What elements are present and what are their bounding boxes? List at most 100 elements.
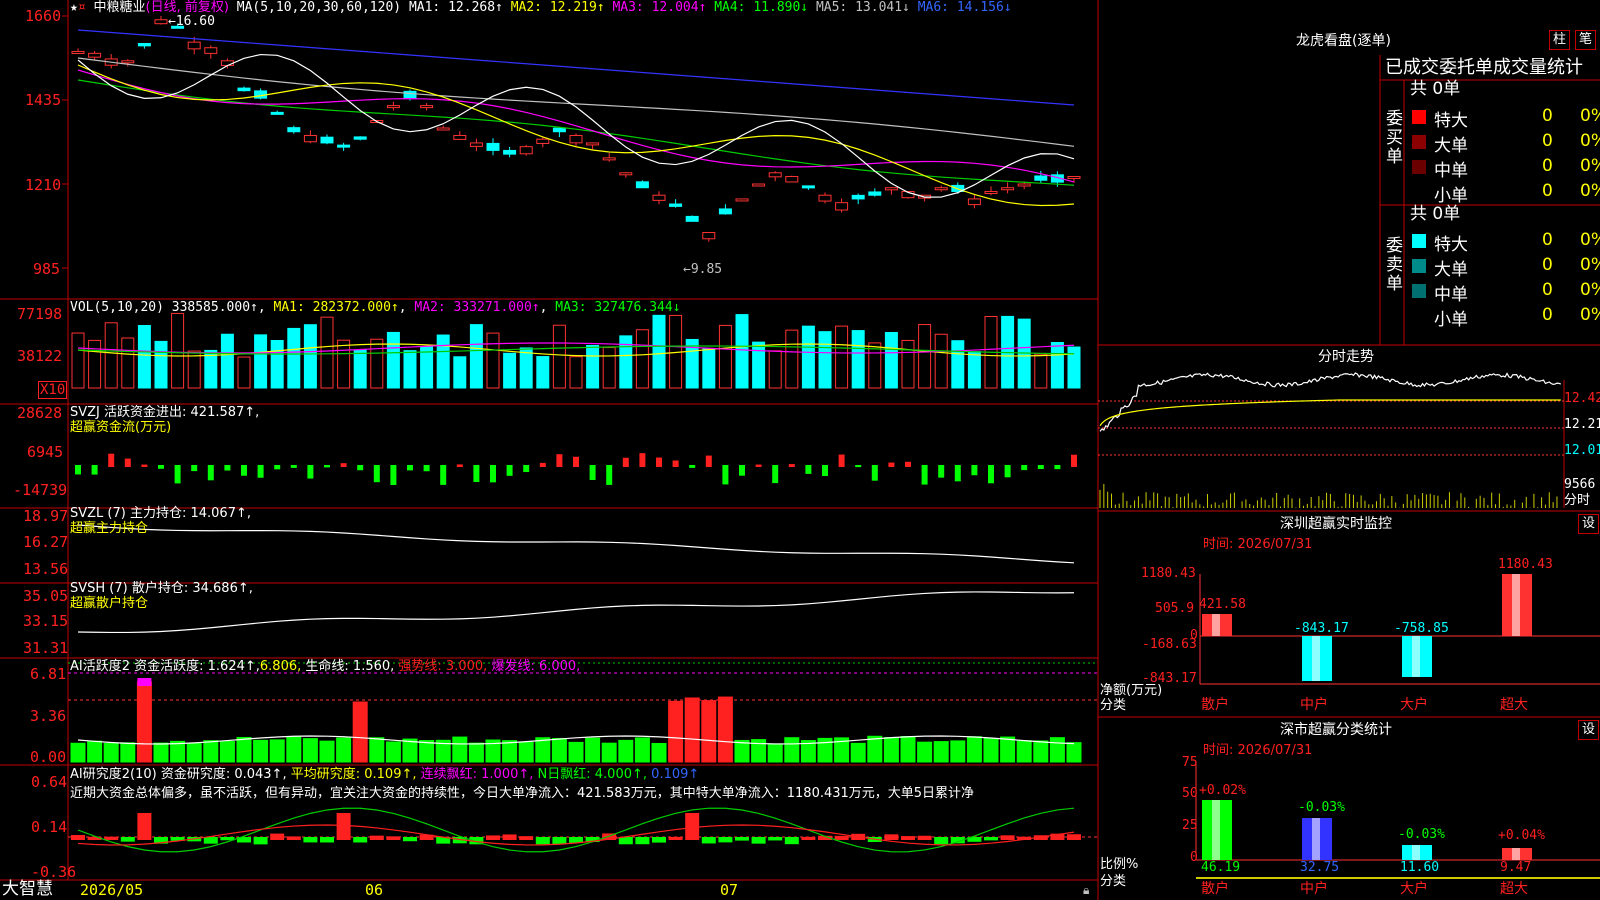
fenshi-axis-label: 12.01 — [1564, 443, 1600, 458]
activity-bar — [734, 739, 750, 763]
candle-body — [536, 138, 550, 144]
flow-bar — [689, 465, 696, 468]
flow-bar — [141, 464, 148, 467]
activity-bar — [601, 742, 617, 763]
order-pct: 0% — [1580, 255, 1600, 275]
tab-tick-view[interactable]: 笔 — [1575, 30, 1597, 50]
buy-orders-label: 委买单 — [1386, 109, 1403, 167]
research-line — [77, 807, 1075, 853]
activity-bar — [518, 741, 534, 763]
research-bar — [270, 833, 285, 840]
flow-bar — [158, 465, 164, 469]
svsh-axis-label: 31.31 — [23, 639, 69, 657]
candle-body — [967, 198, 981, 206]
fenshi-tab[interactable]: 分时 — [1564, 493, 1590, 509]
volume-bar — [486, 332, 500, 389]
ma3-line — [77, 69, 1075, 183]
activity-bar — [1066, 742, 1082, 763]
flow-bar — [938, 465, 945, 478]
order-type: 特大 — [1434, 111, 1468, 131]
order-type: 小单 — [1434, 186, 1468, 206]
svsh-axis-label: 33.15 — [23, 612, 69, 630]
activity-bar — [651, 742, 667, 763]
order-pct: 0% — [1580, 181, 1600, 201]
fl-bar-shine — [1412, 845, 1420, 860]
candle-body — [669, 203, 683, 207]
flow-bar — [174, 465, 181, 484]
volume-bar — [785, 329, 799, 389]
stock-name[interactable]: 中粮糖业 — [93, 0, 145, 15]
research-bar — [635, 837, 650, 845]
sz-settings-button[interactable]: 设 — [1578, 514, 1600, 534]
flow-bar — [1054, 465, 1061, 470]
color-swatch — [1412, 284, 1426, 298]
period-label[interactable]: (日线, 前复权) — [146, 0, 229, 15]
ma2-value: MA2: 12.219↑ — [510, 0, 605, 15]
candle-body — [1017, 183, 1031, 187]
flow-bar — [124, 458, 131, 467]
fl-settings-button[interactable]: 设 — [1578, 720, 1600, 740]
candle-body — [685, 215, 699, 222]
activity-bar — [502, 740, 518, 763]
activity-bar — [668, 700, 684, 763]
volume-bar — [934, 333, 948, 389]
volume-bar — [536, 356, 550, 389]
volume-bar — [121, 337, 135, 389]
activity-bar — [1049, 737, 1065, 763]
price-axis-label: 985 — [33, 260, 61, 278]
activity-bar — [917, 741, 933, 763]
ai2-axis-label: 0.14 — [31, 818, 68, 836]
candle-body — [984, 190, 998, 194]
volume-bar — [303, 324, 317, 389]
activity-bar — [236, 736, 252, 763]
research-bar — [685, 813, 700, 840]
flow-bar — [722, 465, 729, 485]
order-row: 特大 0 0% — [1410, 230, 1600, 255]
candle-body — [353, 136, 367, 140]
ratio-value-label: 46.19 — [1201, 860, 1241, 875]
volume-bar — [702, 348, 716, 389]
star-icon[interactable]: ★ — [70, 0, 78, 15]
candle-body — [868, 191, 882, 196]
svzl-axis-label: 13.56 — [23, 560, 69, 578]
flow-bar — [705, 455, 712, 467]
lock-icon[interactable]: 🔒︎ — [1083, 882, 1089, 898]
candle-body — [586, 142, 600, 146]
high-price-marker: ←16.60 — [168, 14, 215, 29]
tab-bar-view[interactable]: 柱 — [1549, 30, 1571, 50]
volume-bar — [104, 322, 118, 389]
activity-bar — [634, 737, 650, 763]
flow-bar — [838, 454, 845, 467]
category-label: 超大 — [1500, 697, 1528, 713]
fl-time: 时间: 2026/07/31 — [1203, 743, 1313, 758]
candle-body — [635, 181, 649, 189]
research-bar — [801, 836, 816, 840]
candle-body — [801, 185, 815, 189]
activity-bar — [269, 739, 285, 763]
flow-bar — [506, 465, 513, 476]
research-bar — [486, 835, 500, 840]
fenshi-price-line — [1099, 372, 1562, 432]
main-chart-canvas[interactable] — [0, 0, 1600, 900]
price-axis-label: 1435 — [25, 91, 62, 109]
research-bar — [1000, 835, 1015, 840]
volume-bar — [619, 335, 633, 389]
volume-bar — [868, 342, 882, 389]
sz-axis-label: 505.9 — [1155, 601, 1195, 616]
activity-bar — [336, 737, 352, 763]
activity-bar — [103, 742, 119, 763]
color-swatch — [1412, 234, 1426, 248]
ma3-value: MA3: 12.004↑ — [612, 0, 707, 15]
volume-bar — [801, 325, 815, 389]
flow-bar — [241, 465, 247, 476]
flag-icon[interactable]: ¤ — [78, 0, 86, 15]
flow-bar — [75, 465, 81, 475]
candle-body — [137, 43, 151, 47]
fl-axis-label: 0 — [1190, 850, 1198, 865]
lh-title: 龙虎看盘(逐单) — [1296, 33, 1391, 49]
flow-bar — [739, 465, 745, 476]
fenshi-axis-label: 12.42 — [1564, 391, 1600, 406]
activity-bar — [900, 736, 916, 763]
brand-label[interactable]: 大智慧 — [2, 881, 53, 898]
volume-bar — [370, 338, 384, 389]
